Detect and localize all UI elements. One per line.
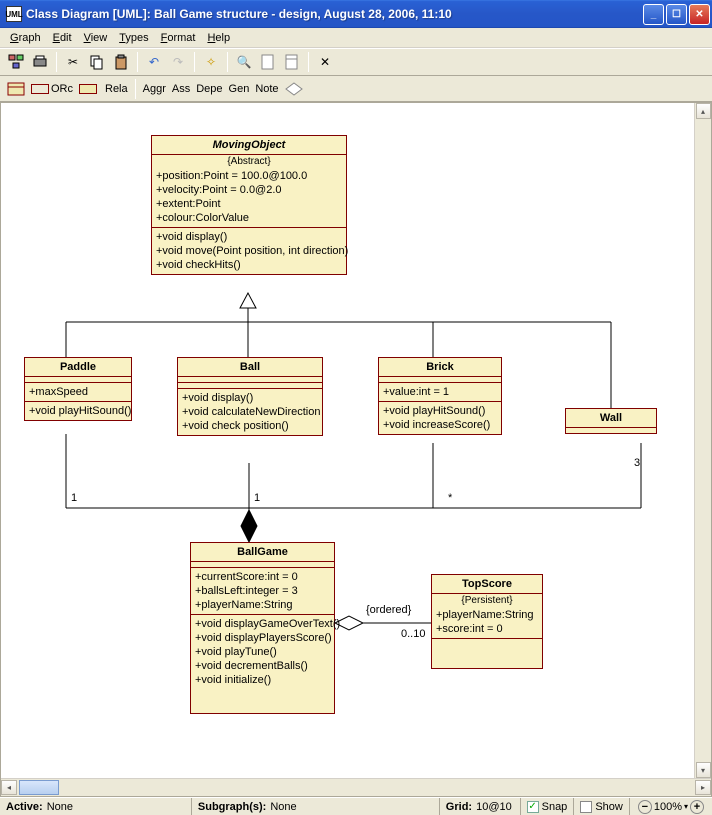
graph-tool-icon[interactable] — [6, 52, 26, 72]
diagram-canvas-wrap: 1 1 * 3 {ordered} 0..10 MovingObject {Ab… — [0, 102, 712, 797]
status-active-label: Active: — [6, 801, 43, 813]
search-icon[interactable]: 🔍 — [234, 52, 254, 72]
toolbar-main: ✂ ↶ ↷ ✧ 🔍 ✕ — [0, 48, 712, 76]
menu-graph[interactable]: Graph — [4, 30, 47, 46]
palette-rela[interactable]: Rela — [105, 83, 128, 95]
connector-lines: 1 1 * 3 {ordered} 0..10 — [1, 103, 711, 779]
zoom-dropdown-icon[interactable]: ▾ — [684, 802, 688, 811]
snap-checkbox[interactable]: ✓ — [527, 801, 539, 813]
scroll-thumb[interactable] — [19, 780, 59, 795]
menu-format[interactable]: Format — [155, 30, 202, 46]
zoom-out-button[interactable]: − — [638, 800, 652, 814]
class-moving-object[interactable]: MovingObject {Abstract} +position:Point … — [151, 135, 347, 275]
maximize-button[interactable]: ☐ — [666, 4, 687, 25]
show-label: Show — [595, 801, 623, 813]
menu-help[interactable]: Help — [201, 30, 236, 46]
palette-orc[interactable]: ORc — [31, 83, 73, 95]
menu-view[interactable]: View — [78, 30, 114, 46]
snap-label: Snap — [542, 801, 568, 813]
app-icon: UML — [6, 6, 22, 22]
toolbar-palette: ORc Rela Aggr Ass Depe Gen Note — [0, 76, 712, 102]
horizontal-scrollbar[interactable]: ◂ ▸ — [1, 778, 711, 796]
status-active-value: None — [47, 801, 73, 813]
label-range: 0..10 — [401, 628, 425, 640]
new-page-icon[interactable] — [258, 52, 278, 72]
minimize-button[interactable]: _ — [643, 4, 664, 25]
class-title: MovingObject — [152, 136, 346, 155]
mult-brick: * — [448, 492, 453, 504]
status-bar: Active: None Subgraph(s): None Grid: 10@… — [0, 797, 712, 815]
menubar: Graph Edit View Types Format Help — [0, 28, 712, 48]
undo-icon[interactable]: ↶ — [144, 52, 164, 72]
palette-gen[interactable]: Gen — [229, 83, 250, 95]
diagram-canvas[interactable]: 1 1 * 3 {ordered} 0..10 MovingObject {Ab… — [1, 103, 711, 779]
label-ordered: {ordered} — [366, 604, 412, 616]
mult-paddle: 1 — [71, 492, 77, 504]
close-button[interactable]: ✕ — [689, 4, 710, 25]
menu-types[interactable]: Types — [113, 30, 154, 46]
window-title: Class Diagram [UML]: Ball Game structure… — [26, 7, 643, 21]
add-icon[interactable]: ✧ — [201, 52, 221, 72]
menu-edit[interactable]: Edit — [47, 30, 78, 46]
scroll-up-button[interactable]: ▴ — [696, 103, 711, 119]
zoom-in-button[interactable]: + — [690, 800, 704, 814]
page-icon[interactable] — [282, 52, 302, 72]
mult-ball: 1 — [254, 492, 260, 504]
copy-icon[interactable] — [87, 52, 107, 72]
palette-depe[interactable]: Depe — [196, 83, 222, 95]
print-icon[interactable] — [30, 52, 50, 72]
cut-icon[interactable]: ✂ — [63, 52, 83, 72]
palette-diamond-icon[interactable] — [285, 82, 303, 96]
status-subgraph-value: None — [270, 801, 296, 813]
class-wall[interactable]: Wall — [565, 408, 657, 434]
status-grid-value: 10@10 — [476, 801, 512, 813]
scroll-right-button[interactable]: ▸ — [695, 780, 711, 795]
palette-rela-box[interactable] — [79, 84, 99, 94]
zoom-value: 100% — [654, 801, 682, 813]
class-brick[interactable]: Brick +value:int = 1 +void playHitSound(… — [378, 357, 502, 435]
class-stereotype: {Abstract} — [152, 155, 346, 167]
class-paddle[interactable]: Paddle +maxSpeed +void playHitSound() — [24, 357, 132, 421]
palette-aggr[interactable]: Aggr — [143, 83, 166, 95]
window-titlebar: UML Class Diagram [UML]: Ball Game struc… — [0, 0, 712, 28]
class-ball[interactable]: Ball +void display() +void calculateNewD… — [177, 357, 323, 436]
redo-icon[interactable]: ↷ — [168, 52, 188, 72]
status-subgraph-label: Subgraph(s): — [198, 801, 266, 813]
mult-wall: 3 — [634, 457, 640, 469]
vertical-scrollbar[interactable]: ▴ ▾ — [694, 103, 711, 778]
delete-icon[interactable]: ✕ — [315, 52, 335, 72]
show-checkbox[interactable] — [580, 801, 592, 813]
scroll-down-button[interactable]: ▾ — [696, 762, 711, 778]
scroll-left-button[interactable]: ◂ — [1, 780, 17, 795]
paste-icon[interactable] — [111, 52, 131, 72]
class-topscore[interactable]: TopScore {Persistent} +playerName:String… — [431, 574, 543, 669]
palette-ass[interactable]: Ass — [172, 83, 190, 95]
palette-box-icon[interactable] — [7, 82, 25, 96]
palette-note[interactable]: Note — [255, 83, 278, 95]
status-grid-label: Grid: — [446, 801, 472, 813]
class-ballgame[interactable]: BallGame +currentScore:int = 0 +ballsLef… — [190, 542, 335, 714]
